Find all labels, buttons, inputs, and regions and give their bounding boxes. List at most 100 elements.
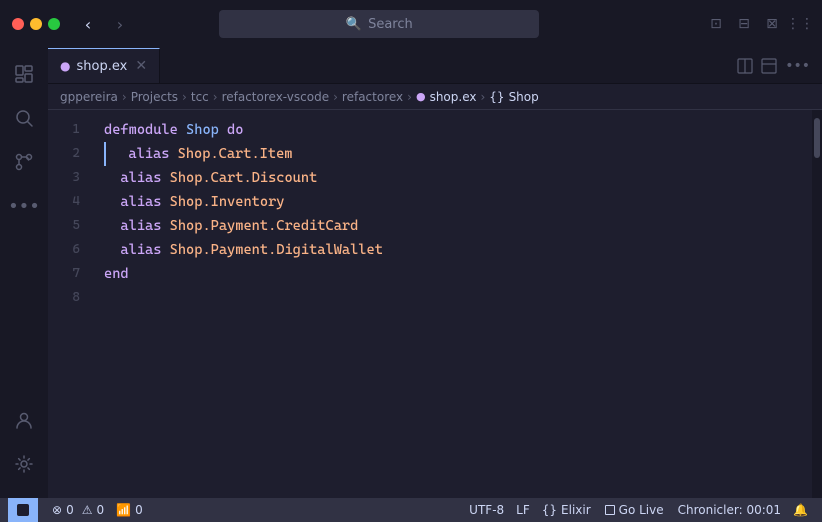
tab-bar: ● shop.ex ✕ ••• [48, 48, 822, 84]
editor-area: ● shop.ex ✕ ••• [48, 48, 822, 498]
status-encoding[interactable]: UTF-8 [463, 498, 510, 522]
search-icon[interactable] [6, 100, 42, 136]
warning-icon: ⚠ [82, 503, 93, 517]
bell-icon: 🔔 [793, 503, 808, 517]
error-icon: ⊗ [52, 503, 62, 517]
more-icon[interactable]: ••• [6, 188, 42, 224]
scrollbar-thumb [814, 118, 820, 158]
status-chronicler[interactable]: Chronicler: 00:01 [672, 498, 787, 522]
module-name-shop: Shop [186, 118, 219, 142]
warning-count: 0 [96, 503, 104, 517]
scrollbar[interactable] [812, 110, 822, 498]
tab-shop-ex[interactable]: ● shop.ex ✕ [48, 48, 160, 83]
breadcrumb-sep-5: › [480, 90, 485, 104]
breadcrumb-sep-0: › [122, 90, 127, 104]
breadcrumb-sep-2: › [213, 90, 218, 104]
search-icon: 🔍 [346, 17, 362, 32]
line-num-7: 7 [48, 262, 96, 286]
layout-menu-icon[interactable]: ⋮⋮ [790, 14, 810, 34]
account-icon[interactable] [6, 402, 42, 438]
close-button[interactable] [12, 18, 24, 30]
tab-close-button[interactable]: ✕ [135, 58, 147, 74]
breadcrumb-part-2[interactable]: tcc [191, 90, 209, 104]
module-path-4: Shop.Payment.CreditCard [170, 214, 359, 238]
breadcrumb-filename: shop.ex [430, 90, 477, 104]
git-icon[interactable] [6, 144, 42, 180]
breadcrumb-symbol-name: Shop [509, 90, 539, 104]
maximize-button[interactable] [48, 18, 60, 30]
chronicler-label: Chronicler: 00:01 [678, 503, 781, 517]
status-errors[interactable]: ⊗ 0 ⚠ 0 [46, 498, 110, 522]
keyword-alias-5: alias [104, 238, 170, 262]
breadcrumb-symbol[interactable]: {} Shop [489, 90, 538, 104]
status-bell[interactable]: 🔔 [787, 498, 814, 522]
radio-icon: 📶 [116, 503, 131, 517]
code-line-6: alias Shop.Payment.DigitalWallet [104, 238, 812, 262]
breadcrumb-sep-1: › [182, 90, 187, 104]
titlebar: ‹ › 🔍 Search ⊡ ⊟ ⊠ ⋮⋮ [0, 0, 822, 48]
keyword-alias-2: alias [104, 166, 170, 190]
traffic-lights [12, 18, 60, 30]
tab-label: shop.ex [76, 59, 127, 74]
layout-sidebar-icon[interactable]: ⊠ [762, 14, 782, 34]
status-language[interactable]: {} Elixir [536, 498, 597, 522]
status-line-ending[interactable]: LF [510, 498, 536, 522]
encoding-label: UTF-8 [469, 503, 504, 517]
settings-icon[interactable] [6, 446, 42, 482]
explorer-icon[interactable] [6, 56, 42, 92]
keyword-alias-4: alias [104, 214, 170, 238]
breadcrumb-file[interactable]: ● shop.ex [416, 90, 477, 104]
line-num-1: 1 [48, 118, 96, 142]
activity-bar: ••• [0, 48, 48, 498]
code-line-7: end [104, 262, 812, 286]
module-path-1: Shop.Cart.Item [178, 142, 293, 166]
code-line-1: defmodule Shop do [104, 118, 812, 142]
split-editor-icon[interactable] [737, 58, 753, 74]
layout-split-icon[interactable]: ⊡ [706, 14, 726, 34]
breadcrumb-part-3[interactable]: refactorex-vscode [222, 90, 330, 104]
line-ending-label: LF [516, 503, 530, 517]
line-numbers: 1 2 3 4 5 6 7 8 [48, 110, 96, 498]
nav-forward-button[interactable]: › [108, 12, 132, 36]
code-line-2: alias Shop.Cart.Item [104, 142, 812, 166]
line-num-4: 4 [48, 190, 96, 214]
titlebar-right: ⊡ ⊟ ⊠ ⋮⋮ [706, 14, 810, 34]
breadcrumb: gppereira › Projects › tcc › refactorex-… [48, 84, 822, 110]
breadcrumb-sep-4: › [407, 90, 412, 104]
module-path-2: Shop.Cart.Discount [170, 166, 318, 190]
close-panel-icon[interactable] [761, 58, 777, 74]
layout-panel-icon[interactable]: ⊟ [734, 14, 754, 34]
search-label: Search [368, 17, 413, 32]
file-type-icon: ● [416, 90, 426, 103]
code-content[interactable]: defmodule Shop do alias Shop.Cart.Item a… [96, 110, 812, 498]
code-line-4: alias Shop.Inventory [104, 190, 812, 214]
language-icon: {} [542, 503, 557, 517]
minimize-button[interactable] [30, 18, 42, 30]
search-bar[interactable]: 🔍 Search [219, 10, 539, 38]
breadcrumb-module-icon: {} [489, 90, 504, 104]
line-num-5: 5 [48, 214, 96, 238]
nav-back-button[interactable]: ‹ [76, 12, 100, 36]
line-num-6: 6 [48, 238, 96, 262]
main-area: ••• ● shop.ex ✕ [0, 48, 822, 498]
code-line-3: alias Shop.Cart.Discount [104, 166, 812, 190]
breadcrumb-sep-3: › [333, 90, 338, 104]
tab-right-icons: ••• [737, 48, 822, 83]
keyword-defmodule: defmodule [104, 118, 186, 142]
keyword-alias-3: alias [104, 190, 170, 214]
activity-bottom [6, 402, 42, 490]
line-num-2: 2 [48, 142, 96, 166]
more-actions-icon[interactable]: ••• [785, 58, 810, 74]
status-bar: ⊗ 0 ⚠ 0 📶 0 UTF-8 LF {} Elixir Go Live C… [0, 498, 822, 522]
breadcrumb-part-1[interactable]: Projects [131, 90, 178, 104]
keyword-alias-1: alias [112, 142, 178, 166]
breadcrumb-part-0[interactable]: gppereira [60, 90, 118, 104]
line-num-3: 3 [48, 166, 96, 190]
status-go-live[interactable]: Go Live [597, 498, 672, 522]
status-info[interactable]: 📶 0 [110, 498, 149, 522]
breadcrumb-part-4[interactable]: refactorex [342, 90, 403, 104]
module-path-5: Shop.Payment.DigitalWallet [170, 238, 383, 262]
code-line-5: alias Shop.Payment.CreditCard [104, 214, 812, 238]
status-branch-icon[interactable] [8, 498, 38, 522]
go-live-label: Go Live [619, 503, 664, 517]
